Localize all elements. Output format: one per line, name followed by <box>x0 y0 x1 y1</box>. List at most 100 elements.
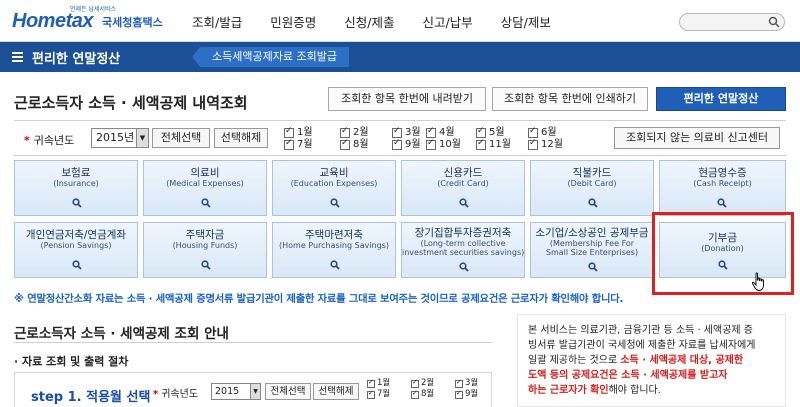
month-checkbox[interactable]: 6월 <box>528 126 557 138</box>
service-info-box: 본 서비스는 의료기관, 금융기관 등 소득 · 세액공제 증 빙서류 발급기관… <box>517 314 786 407</box>
step-month-checkbox[interactable]: 7월 <box>367 389 390 399</box>
search-icon <box>201 198 211 208</box>
year-month-selector: *귀속년도 2015년 ▼ 전체선택 선택해제 1월 2월 3월 4월 5월 6… <box>14 120 786 156</box>
search-icon <box>330 198 340 208</box>
download-all-button[interactable]: 조회한 항목 한번에 내려받기 <box>328 87 486 111</box>
deselect-button[interactable]: 선택해제 <box>214 128 268 148</box>
page: 언제든 납세서비스 Hometax 국세청홈택스 조회/발급 민원증명 신청/제… <box>0 0 800 407</box>
card-pension-savings[interactable]: 개인연금저축/연금계좌 (Pension Savings) <box>14 222 138 278</box>
search-icon <box>717 198 727 208</box>
step-month-checkbox[interactable]: 3월 <box>455 378 478 388</box>
checkbox-icon <box>426 126 436 138</box>
year-select[interactable]: 2015년 ▼ <box>91 128 149 148</box>
print-all-button[interactable]: 조회한 항목 한번에 인쇄하기 <box>492 87 648 111</box>
card-cash-receipt[interactable]: 현금영수증 (Cash Receipt) <box>659 160 786 216</box>
checkbox-icon <box>411 389 419 399</box>
month-checkbox[interactable]: 10월 <box>426 138 461 150</box>
search-icon <box>459 262 469 272</box>
year-label: * 귀속년도 <box>24 134 75 147</box>
checkbox-icon <box>476 126 486 138</box>
checkbox-icon <box>392 126 402 138</box>
menu-label: 편리한 연말정산 <box>32 51 121 67</box>
checkbox-icon <box>528 138 538 150</box>
dropdown-arrow-icon: ▼ <box>250 384 260 399</box>
checkbox-icon <box>367 378 375 388</box>
checkbox-icon <box>284 138 294 150</box>
menu-item-application[interactable]: 신청/제출 <box>330 12 408 31</box>
highlight-box <box>652 212 794 295</box>
step-month-checkbox[interactable]: 9월 <box>455 389 478 399</box>
month-checkbox[interactable]: 5월 <box>476 126 505 138</box>
checkbox-icon <box>392 138 402 150</box>
checkbox-icon <box>455 389 463 399</box>
checkbox-icon <box>367 389 375 399</box>
month-checkbox[interactable]: 7월 <box>284 138 313 150</box>
search-icon <box>72 198 82 208</box>
menu-item-certificates[interactable]: 민원증명 <box>256 12 330 31</box>
checkbox-icon <box>284 126 294 138</box>
search-icon <box>330 260 340 270</box>
main-menu: 조회/발급 민원증명 신청/제출 신고/납부 상담/제보 <box>186 12 565 31</box>
step-label: step 1. 적용월 선택 <box>31 390 151 405</box>
month-checkbox[interactable]: 2월 <box>340 126 369 138</box>
dropdown-arrow-icon: ▼ <box>136 129 148 147</box>
top-navigation: 언제든 납세서비스 Hometax 국세청홈택스 조회/발급 민원증명 신청/제… <box>0 0 800 42</box>
card-medical-expenses[interactable]: 의료비 (Medical Expenses) <box>143 160 267 216</box>
hand-cursor-icon <box>751 272 764 291</box>
checkbox-icon <box>455 378 463 388</box>
card-credit-card[interactable]: 신용카드 (Credit Card) <box>401 160 525 216</box>
logo-text: Hometax <box>12 10 93 32</box>
select-all-button[interactable]: 전체선택 <box>152 128 210 148</box>
divider <box>14 342 492 343</box>
convenient-year-end-menu[interactable]: 편리한 연말정산 <box>0 42 200 72</box>
step-month-checkbox[interactable]: 8월 <box>411 389 434 399</box>
hamburger-icon <box>12 51 24 63</box>
search-icon <box>588 198 598 208</box>
search-icon[interactable] <box>768 16 780 28</box>
search-icon <box>459 198 469 208</box>
step-month-checkbox[interactable]: 2월 <box>411 378 434 388</box>
menu-item-filing[interactable]: 신고/납부 <box>408 12 486 31</box>
step-year-label: * 귀속년도 <box>153 389 199 400</box>
card-education-expenses[interactable]: 교육비 (Education Expenses) <box>272 160 396 216</box>
checkbox-icon <box>411 378 419 388</box>
month-checkbox[interactable]: 11월 <box>476 138 511 150</box>
logo-subtitle: 국세청홈택스 <box>102 16 163 29</box>
year-value: 2015년 <box>96 131 135 144</box>
hometax-logo[interactable]: 언제든 납세서비스 Hometax 국세청홈택스 <box>12 6 163 36</box>
guide-title: 근로소득자 소득 · 세액공제 조회 안내 <box>14 326 229 342</box>
month-checkbox[interactable]: 8월 <box>340 138 369 150</box>
month-checkbox[interactable]: 9월 <box>392 138 421 150</box>
notice-text: ※ 연말정산간소화 자료는 소득 · 세액공제 증명서류 발급기관이 제출한 자… <box>14 293 624 305</box>
step-month-checkbox[interactable]: 1월 <box>367 378 390 388</box>
checkbox-icon <box>528 126 538 138</box>
search-icon <box>201 260 211 270</box>
sub-navigation-bar: 편리한 연말정산 소득세액공제자료 조회발급 <box>0 42 800 72</box>
checkbox-icon <box>426 138 436 150</box>
card-small-business-membership[interactable]: 소기업/소상공인 공제부금 (Membership Fee For Small … <box>530 222 654 278</box>
step-year-select[interactable]: 2015 ▼ <box>211 383 261 400</box>
convenient-year-end-button[interactable]: 편리한 연말정산 <box>656 87 786 111</box>
card-debit-card[interactable]: 직불카드 (Debit Card) <box>530 160 654 216</box>
current-page-tab[interactable]: 소득세액공제자료 조회발급 <box>192 47 349 67</box>
month-checkbox[interactable]: 4월 <box>426 126 455 138</box>
search-icon <box>588 262 598 272</box>
month-checkbox[interactable]: 3월 <box>392 126 421 138</box>
card-housing-funds[interactable]: 주택자금 (Housing Funds) <box>143 222 267 278</box>
month-checkbox[interactable]: 12월 <box>528 138 563 150</box>
card-long-term-investment-savings[interactable]: 장기집합투자증권저축 (Long-term collective investm… <box>401 222 525 278</box>
card-home-purchasing-savings[interactable]: 주택마련저축 (Home Purchasing Savings) <box>272 222 396 278</box>
card-insurance[interactable]: 보험료 (Insurance) <box>14 160 138 216</box>
medical-report-center-button[interactable]: 조회되지 않는 의료비 신고센터 <box>614 127 780 149</box>
menu-item-consultation[interactable]: 상담/제보 <box>487 12 565 31</box>
search-input[interactable] <box>679 13 785 31</box>
page-title: 근로소득자 소득 · 세액공제 내역조회 <box>14 94 248 112</box>
step-1-box: step 1. 적용월 선택 *귀속년도 2015 ▼ 전체선택 선택해제 1월… <box>14 372 492 407</box>
step-select-all-button[interactable]: 전체선택 <box>265 383 311 400</box>
menu-item-inquiry[interactable]: 조회/발급 <box>186 12 256 31</box>
month-checkbox[interactable]: 1월 <box>284 126 313 138</box>
search-icon <box>72 260 82 270</box>
checkbox-icon <box>476 138 486 150</box>
step-deselect-button[interactable]: 선택해제 <box>313 383 359 400</box>
checkbox-icon <box>340 138 350 150</box>
